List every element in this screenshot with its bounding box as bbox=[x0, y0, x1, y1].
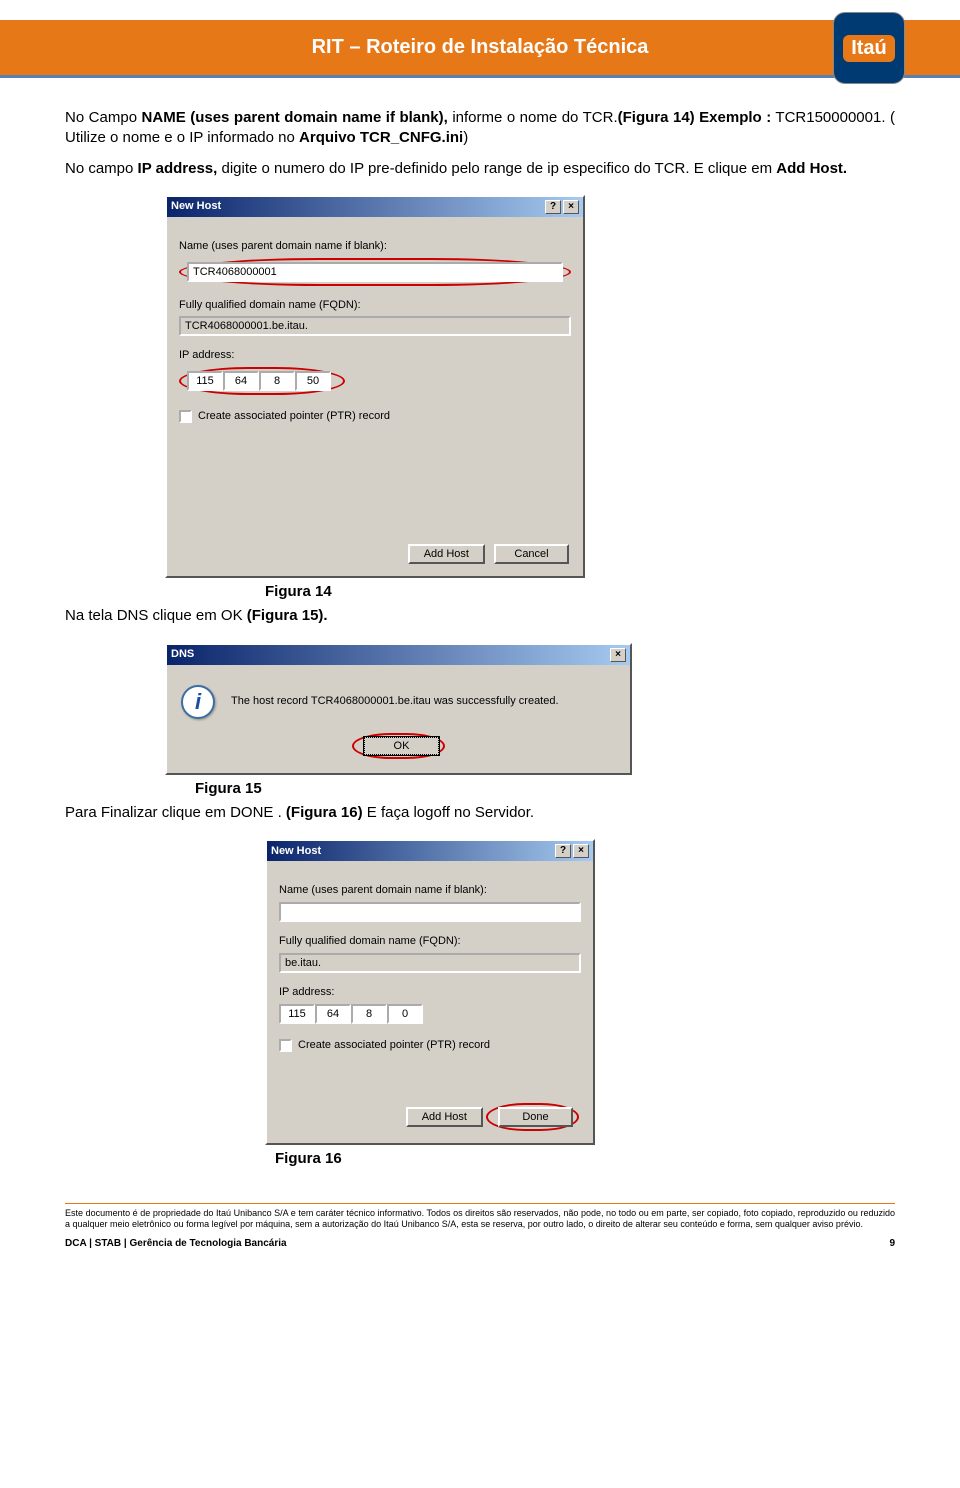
dialog-dns-msg: DNS × i The host record TCR4068000001.be… bbox=[165, 643, 632, 775]
add-host-button[interactable]: Add Host bbox=[408, 544, 485, 564]
ip-octet-3[interactable] bbox=[259, 371, 295, 391]
done-button[interactable]: Done bbox=[498, 1107, 573, 1127]
dialog-new-host-2: New Host ? × Name (uses parent domain na… bbox=[265, 839, 595, 1144]
paragraph-4: Para Finalizar clique em DONE . (Figura … bbox=[65, 803, 895, 823]
p4-b1: (Figura 16) bbox=[286, 804, 367, 821]
close-button[interactable]: × bbox=[563, 200, 579, 214]
p2-t1: No campo bbox=[65, 160, 133, 177]
message-body: i The host record TCR4068000001.be.itau … bbox=[167, 665, 630, 773]
p2-b1: IP address, bbox=[133, 160, 221, 177]
dialog-body: Name (uses parent domain name if blank):… bbox=[267, 861, 593, 1142]
p1-b1: NAME (uses parent domain name if blank), bbox=[142, 109, 453, 126]
fqdn-input bbox=[179, 316, 571, 336]
button-row: Add Host Done bbox=[279, 1103, 581, 1131]
titlebar-buttons: ? × bbox=[555, 844, 589, 858]
paragraph-1: No Campo NAME (uses parent domain name i… bbox=[65, 108, 895, 149]
ip-octet-1[interactable] bbox=[279, 1004, 315, 1024]
p4-t1: Para Finalizar clique em DONE . bbox=[65, 804, 286, 821]
titlebar: New Host ? × bbox=[167, 197, 583, 217]
footer-bottom: DCA | STAB | Gerência de Tecnologia Banc… bbox=[0, 1230, 960, 1269]
ip-octet-2[interactable] bbox=[223, 371, 259, 391]
fqdn-label: Fully qualified domain name (FQDN): bbox=[279, 934, 581, 949]
ptr-checkbox[interactable] bbox=[279, 1039, 292, 1052]
ptr-label: Create associated pointer (PTR) record bbox=[198, 409, 390, 424]
p1-b2: (Figura 14) Exemplo : bbox=[618, 109, 772, 126]
titlebar-buttons: ? × bbox=[545, 200, 579, 214]
p3-t1: Na tela DNS clique em OK bbox=[65, 607, 247, 624]
cancel-button[interactable]: Cancel bbox=[494, 544, 569, 564]
name-label: Name (uses parent domain name if blank): bbox=[279, 883, 581, 898]
dialog-new-host-1: New Host ? × Name (uses parent domain na… bbox=[165, 195, 585, 578]
close-button[interactable]: × bbox=[610, 648, 626, 662]
titlebar-text: DNS bbox=[171, 647, 194, 662]
ip-input-row bbox=[279, 1004, 429, 1024]
figure-15-label: Figura 15 bbox=[195, 779, 895, 799]
figure-14-label: Figura 14 bbox=[265, 582, 895, 602]
message-text: The host record TCR4068000001.be.itau wa… bbox=[231, 694, 559, 709]
footer-separator bbox=[65, 1203, 895, 1204]
ptr-label: Create associated pointer (PTR) record bbox=[298, 1038, 490, 1053]
p1-t2: informe o nome do TCR. bbox=[452, 109, 617, 126]
header-title: RIT – Roteiro de Instalação Técnica bbox=[312, 36, 649, 59]
footer-disclaimer: Este documento é de propriedade do Itaú … bbox=[0, 1208, 960, 1231]
p1-t4: ) bbox=[463, 129, 468, 146]
ip-label: IP address: bbox=[279, 985, 581, 1000]
titlebar: DNS × bbox=[167, 645, 630, 665]
add-host-button[interactable]: Add Host bbox=[406, 1107, 483, 1127]
name-input[interactable] bbox=[279, 902, 581, 922]
ip-octet-1[interactable] bbox=[187, 371, 223, 391]
titlebar-text: New Host bbox=[271, 844, 321, 859]
figure-16-label: Figura 16 bbox=[275, 1149, 895, 1169]
button-row: Add Host Cancel bbox=[179, 544, 571, 564]
ip-octet-4[interactable] bbox=[295, 371, 331, 391]
ip-input-row bbox=[187, 371, 337, 391]
page-number: 9 bbox=[889, 1238, 895, 1249]
ok-button-wrap: OK bbox=[181, 733, 616, 759]
help-button[interactable]: ? bbox=[555, 844, 571, 858]
header-band: RIT – Roteiro de Instalação Técnica Itaú bbox=[0, 20, 960, 75]
ip-label: IP address: bbox=[179, 348, 571, 363]
name-input[interactable] bbox=[187, 262, 563, 282]
p1-b3: Arquivo TCR_CNFG.ini bbox=[299, 129, 463, 146]
ip-octet-2[interactable] bbox=[315, 1004, 351, 1024]
info-icon: i bbox=[181, 685, 215, 719]
titlebar-text: New Host bbox=[171, 199, 221, 214]
logo-text: Itaú bbox=[843, 35, 895, 62]
p3-b1: (Figura 15). bbox=[247, 607, 328, 624]
titlebar: New Host ? × bbox=[267, 841, 593, 861]
fqdn-label: Fully qualified domain name (FQDN): bbox=[179, 298, 571, 313]
close-button[interactable]: × bbox=[573, 844, 589, 858]
logo-box: Itaú bbox=[833, 12, 905, 84]
ptr-checkbox[interactable] bbox=[179, 410, 192, 423]
fqdn-input bbox=[279, 953, 581, 973]
ptr-checkbox-row: Create associated pointer (PTR) record bbox=[179, 409, 571, 424]
ip-octet-3[interactable] bbox=[351, 1004, 387, 1024]
dialog-body: Name (uses parent domain name if blank):… bbox=[167, 217, 583, 576]
p4-t2: E faça logoff no Servidor. bbox=[367, 804, 534, 821]
p2-t2: digite o numero do IP pre-definido pelo … bbox=[221, 160, 776, 177]
titlebar-buttons: × bbox=[610, 648, 626, 662]
p1-t1: No Campo bbox=[65, 109, 142, 126]
paragraph-2: No campo IP address, digite o numero do … bbox=[65, 159, 895, 179]
help-button[interactable]: ? bbox=[545, 200, 561, 214]
ok-button[interactable]: OK bbox=[364, 737, 439, 755]
p2-b2: Add Host. bbox=[776, 160, 847, 177]
ip-octet-4[interactable] bbox=[387, 1004, 423, 1024]
header-underline bbox=[0, 75, 960, 78]
name-label: Name (uses parent domain name if blank): bbox=[179, 239, 571, 254]
paragraph-3: Na tela DNS clique em OK (Figura 15). bbox=[65, 606, 895, 626]
footer-left: DCA | STAB | Gerência de Tecnologia Banc… bbox=[65, 1238, 287, 1249]
message-row: i The host record TCR4068000001.be.itau … bbox=[181, 685, 616, 719]
ptr-checkbox-row: Create associated pointer (PTR) record bbox=[279, 1038, 581, 1053]
page-content: No Campo NAME (uses parent domain name i… bbox=[0, 108, 960, 1193]
